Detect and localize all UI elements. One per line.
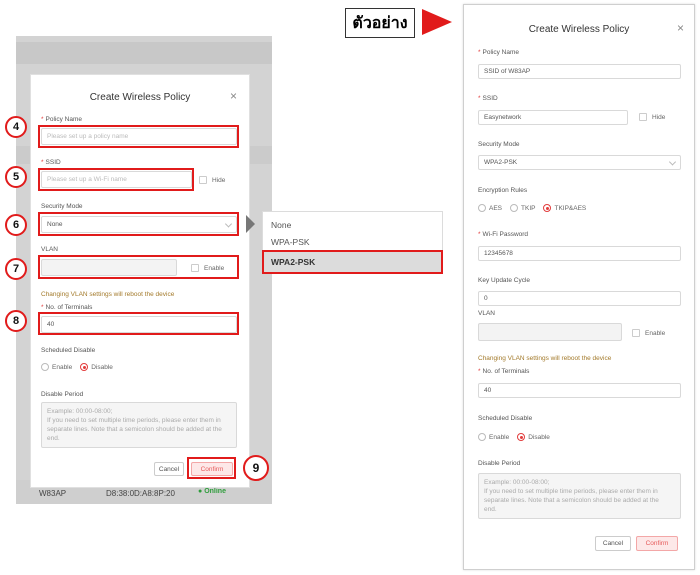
- sample-vlan-warning: Changing VLAN settings will reboot the d…: [478, 355, 612, 362]
- close-icon[interactable]: ×: [230, 89, 237, 103]
- sample-vlan-label: VLAN: [478, 310, 495, 317]
- sample-ssid-hide-checkbox[interactable]: Hide: [639, 113, 665, 121]
- sample-confirm-button[interactable]: Confirm: [636, 536, 678, 551]
- highlight-wpa2-psk: [262, 250, 443, 274]
- sample-disable-period-textarea[interactable]: Example: 00:00-08:00; If you need to set…: [478, 473, 681, 519]
- terminals-label: * No. of Terminals: [41, 304, 93, 311]
- sample-chevron-down-icon: [668, 157, 677, 166]
- step-badge-4: 4: [5, 116, 27, 138]
- create-wireless-policy-dialog-sample: Create Wireless Policy × * Policy Name SS…: [463, 4, 695, 570]
- sample-wifi-password-label: * Wi-Fi Password: [478, 231, 529, 238]
- sample-disable-period-label: Disable Period: [478, 460, 521, 467]
- disable-period-label: Disable Period: [41, 391, 84, 398]
- ssid-label: * SSID: [41, 159, 61, 166]
- dropdown-option-none[interactable]: None: [263, 220, 442, 230]
- sample-policy-name-label: * Policy Name: [478, 49, 520, 56]
- ssid-hide-checkbox[interactable]: Hide: [199, 176, 225, 184]
- sample-dialog-title: Create Wireless Policy: [528, 24, 630, 35]
- cancel-button[interactable]: Cancel: [154, 462, 184, 476]
- highlight-terminals: [38, 312, 239, 335]
- sample-encryption-radios: AES TKIP TKIP&AES: [478, 204, 594, 212]
- scheduled-disable-radios: Enable Disable: [41, 363, 121, 371]
- arrow-right-icon: [246, 215, 255, 233]
- highlight-security-mode: [38, 212, 239, 236]
- step-badge-8: 8: [5, 310, 27, 332]
- sample-scheduled-disable-radio[interactable]: [517, 433, 526, 441]
- step-badge-7: 7: [5, 258, 27, 280]
- vlan-label: VLAN: [41, 246, 58, 253]
- step-badge-9: 9: [243, 455, 269, 481]
- dialog-title: Create Wireless Policy: [89, 92, 191, 103]
- sample-vlan-input[interactable]: [478, 323, 622, 341]
- policy-name-label: * Policy Name: [41, 116, 83, 123]
- background-header-strip: [16, 42, 272, 64]
- scheduled-disable-radio[interactable]: [80, 363, 89, 371]
- step-badge-5: 5: [5, 166, 27, 188]
- sample-ssid-input[interactable]: Easynetwork: [478, 110, 628, 125]
- background-status-online: ● Online: [198, 488, 226, 495]
- sample-policy-name-input[interactable]: SSID of W83AP: [478, 64, 681, 79]
- disable-period-textarea[interactable]: Example: 00:00-08:00; If you need to set…: [41, 402, 237, 448]
- background-device-name: W83AP: [39, 489, 67, 498]
- highlight-vlan: [38, 255, 239, 279]
- background-device-mac: D8:38:0D:A8:8P:20: [106, 489, 175, 498]
- big-arrow-right-icon: [422, 9, 452, 35]
- sample-wifi-password-input[interactable]: 12345678: [478, 246, 681, 261]
- sample-vlan-enable-checkbox[interactable]: Enable: [632, 329, 665, 337]
- highlight-ssid: [38, 168, 194, 191]
- step-badge-6: 6: [5, 214, 27, 236]
- sample-scheduled-enable-radio[interactable]: [478, 433, 486, 441]
- sample-ssid-label: * SSID: [478, 95, 498, 102]
- sample-scheduled-disable-label: Scheduled Disable: [478, 415, 533, 422]
- security-mode-label: Security Mode: [41, 203, 83, 210]
- sample-tkip-radio[interactable]: [510, 204, 519, 212]
- sample-terminals-input[interactable]: 40: [478, 383, 681, 398]
- sample-security-mode-label: Security Mode: [478, 141, 520, 148]
- sample-cancel-button[interactable]: Cancel: [595, 536, 631, 551]
- scheduled-disable-label: Scheduled Disable: [41, 347, 96, 354]
- highlight-policy-name: [38, 125, 239, 148]
- sample-security-mode-select[interactable]: WPA2-PSK: [478, 155, 681, 170]
- vlan-warning: Changing VLAN settings will reboot the d…: [41, 291, 175, 298]
- scheduled-enable-radio[interactable]: [41, 363, 49, 371]
- sample-tkip-aes-radio[interactable]: [543, 204, 552, 212]
- sample-label: ตัวอย่าง: [345, 8, 415, 38]
- highlight-confirm: [187, 457, 236, 479]
- sample-aes-radio[interactable]: [478, 204, 486, 212]
- sample-terminals-label: * No. of Terminals: [478, 368, 530, 375]
- sample-encryption-label: Encryption Rules: [478, 187, 528, 194]
- sample-scheduled-disable-radios: Enable Disable: [478, 433, 558, 441]
- sample-key-update-input[interactable]: 0: [478, 291, 681, 306]
- sample-close-icon[interactable]: ×: [677, 21, 684, 35]
- sample-key-update-label: Key Update Cycle: [478, 277, 531, 284]
- dropdown-option-wpa-psk[interactable]: WPA-PSK: [263, 237, 442, 247]
